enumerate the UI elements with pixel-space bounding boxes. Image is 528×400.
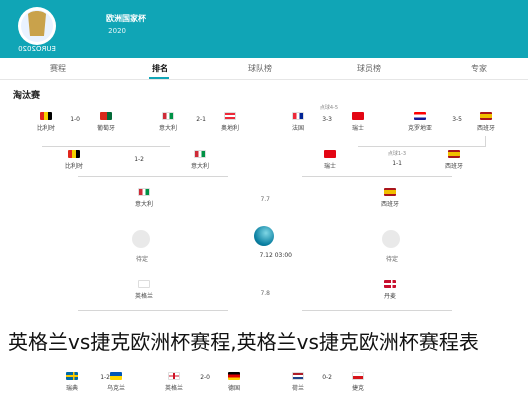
spain-flag-icon bbox=[384, 188, 396, 196]
ukraine-flag-icon bbox=[110, 372, 122, 380]
spain-flag-icon bbox=[448, 150, 460, 158]
r16-score-1: 1-0 bbox=[70, 116, 80, 123]
netherlands-flag-icon bbox=[292, 372, 304, 380]
bottom-score-2: 2-0 bbox=[200, 374, 210, 381]
tbd-team-icon bbox=[132, 230, 150, 248]
sf-team-spain[interactable]: 西班牙 bbox=[372, 188, 408, 208]
page: EURO2020 欧洲国家杯 2020 赛程 排名 球队榜 球员榜 专家 淘汰赛… bbox=[0, 0, 528, 400]
svg-text:EURO2020: EURO2020 bbox=[18, 45, 56, 53]
england-flag-icon bbox=[138, 280, 150, 288]
tbd-team-icon bbox=[382, 230, 400, 248]
tab-underline bbox=[149, 77, 169, 79]
belgium-flag-icon bbox=[40, 112, 52, 120]
bracket-line bbox=[485, 136, 486, 146]
page-subtitle: 2020 bbox=[108, 27, 126, 35]
bracket-line bbox=[302, 176, 452, 177]
bottom-team-germany[interactable]: 德国 bbox=[216, 372, 252, 392]
bracket-line bbox=[358, 146, 486, 147]
qf-penalty-note: 点球1-3 bbox=[387, 151, 406, 157]
r16-team-switzerland[interactable]: 瑞士 bbox=[340, 112, 376, 132]
tab-ranking[interactable]: 排名 bbox=[152, 63, 168, 74]
sf2-team-denmark[interactable]: 丹麦 bbox=[372, 280, 408, 300]
r16-score-2: 2-1 bbox=[196, 116, 206, 123]
bottom-team-england[interactable]: 英格兰 bbox=[156, 372, 192, 392]
qf-score-2: 1-1 bbox=[392, 160, 402, 167]
sweden-flag-icon bbox=[66, 372, 78, 380]
sf2-team-england[interactable]: 英格兰 bbox=[126, 280, 162, 300]
bottom-team-czech[interactable]: 捷克 bbox=[340, 372, 376, 392]
qf-team-italy[interactable]: 意大利 bbox=[182, 150, 218, 170]
germany-flag-icon bbox=[228, 372, 240, 380]
bottom-score-3: 0-2 bbox=[322, 374, 332, 381]
portugal-flag-icon bbox=[100, 112, 112, 120]
bracket-line bbox=[78, 310, 228, 311]
r16-team-france[interactable]: 法国 bbox=[280, 112, 316, 132]
knockout-section-title: 淘汰赛 bbox=[12, 91, 40, 101]
bracket-line bbox=[302, 310, 452, 311]
r16-team-portugal[interactable]: 葡萄牙 bbox=[88, 112, 124, 132]
r16-team-italy[interactable]: 意大利 bbox=[150, 112, 186, 132]
switzerland-flag-icon bbox=[324, 150, 336, 158]
tab-player-ranking[interactable]: 球员榜 bbox=[357, 63, 381, 74]
bottom-score-1: 1-2 bbox=[100, 374, 110, 381]
page-title: 欧洲国家杯 bbox=[106, 14, 146, 23]
qf-score-1: 1-2 bbox=[134, 156, 144, 163]
final-right-tbd: 待定 bbox=[385, 256, 398, 263]
qf-team-switzerland[interactable]: 瑞士 bbox=[312, 150, 348, 170]
r16-penalty-note: 点球4-5 bbox=[319, 105, 338, 111]
bottom-team-sweden[interactable]: 瑞典 bbox=[54, 372, 90, 392]
tab-expert[interactable]: 专家 bbox=[471, 63, 487, 74]
r16-score-3: 3-3 bbox=[322, 116, 332, 123]
qf-team-spain[interactable]: 西班牙 bbox=[436, 150, 472, 170]
switzerland-flag-icon bbox=[352, 112, 364, 120]
italy-flag-icon bbox=[138, 188, 150, 196]
final-left-tbd: 待定 bbox=[135, 256, 148, 263]
r16-team-austria[interactable]: 奥地利 bbox=[212, 112, 248, 132]
england-flag-icon bbox=[168, 372, 180, 380]
tab-team-ranking[interactable]: 球队榜 bbox=[248, 63, 272, 74]
czech-flag-icon bbox=[352, 372, 364, 380]
italy-flag-icon bbox=[194, 150, 206, 158]
r16-team-belgium[interactable]: 比利时 bbox=[28, 112, 64, 132]
austria-flag-icon bbox=[224, 112, 236, 120]
r16-team-croatia[interactable]: 克罗地亚 bbox=[402, 112, 438, 132]
tab-bar: 赛程 排名 球队榜 球员榜 专家 bbox=[0, 58, 528, 80]
final-datetime: 7.12 03:00 bbox=[259, 252, 292, 259]
bracket-line bbox=[78, 176, 228, 177]
france-flag-icon bbox=[292, 112, 304, 120]
r16-team-spain[interactable]: 西班牙 bbox=[468, 112, 504, 132]
sf-team-italy[interactable]: 意大利 bbox=[126, 188, 162, 208]
denmark-flag-icon bbox=[384, 280, 396, 288]
sf2-date: 7.8 bbox=[260, 290, 270, 297]
caption-overlay: 英格兰vs捷克欧洲杯赛程,英格兰vs捷克欧洲杯赛程表 bbox=[8, 330, 479, 354]
spain-flag-icon bbox=[480, 112, 492, 120]
euro-logo-icon: EURO2020 bbox=[18, 7, 56, 53]
tab-schedule[interactable]: 赛程 bbox=[50, 63, 66, 74]
trophy-ball-icon bbox=[254, 226, 274, 246]
bracket-line bbox=[42, 146, 170, 147]
header-bar bbox=[0, 0, 528, 58]
r16-score-4: 3-5 bbox=[452, 116, 462, 123]
sf-date: 7.7 bbox=[260, 196, 270, 203]
croatia-flag-icon bbox=[414, 112, 426, 120]
italy-flag-icon bbox=[162, 112, 174, 120]
bottom-team-netherlands[interactable]: 荷兰 bbox=[280, 372, 316, 392]
qf-team-belgium[interactable]: 比利时 bbox=[56, 150, 92, 170]
belgium-flag-icon bbox=[68, 150, 80, 158]
